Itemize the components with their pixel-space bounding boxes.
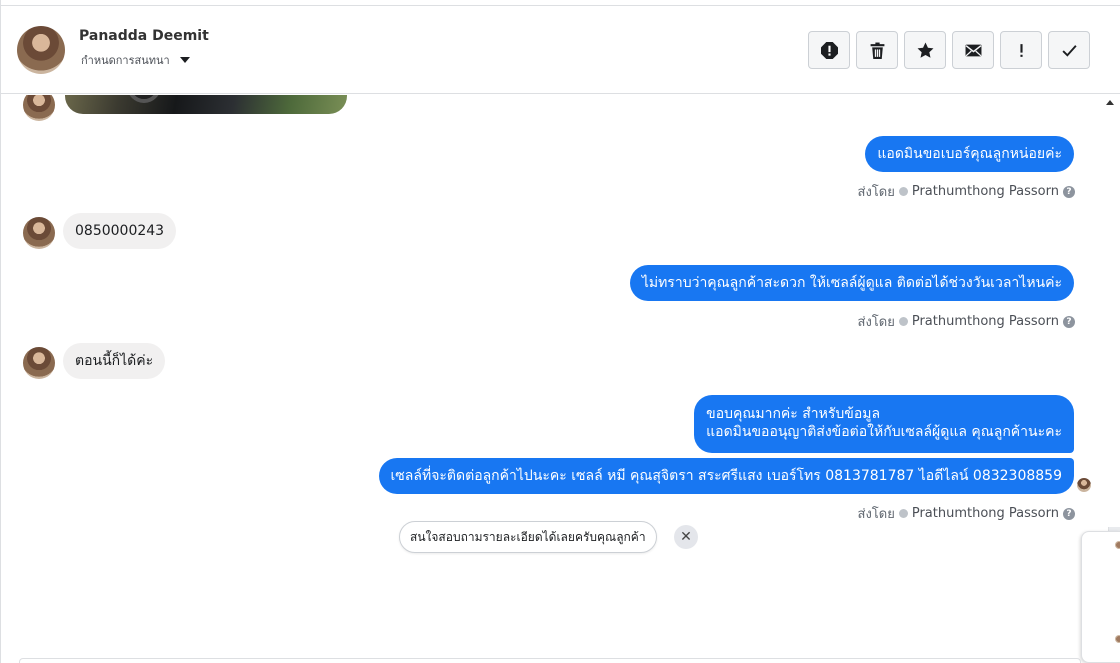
sender-avatar: [23, 217, 55, 249]
outgoing-message[interactable]: เซลล์ที่จะติดต่อลูกค้าไปนะคะ เซลล์ หมี ค…: [378, 458, 1074, 494]
panel-avatar-icon: [1115, 541, 1120, 549]
message-thread[interactable]: แอดมินขอเบอร์คุณลูกหน่อยค่ะ ส่งโดย Prath…: [1, 95, 1103, 663]
sent-by-name[interactable]: Prathumthong Passorn: [912, 184, 1059, 199]
page-badge-icon: [898, 317, 908, 326]
sender-avatar: [23, 347, 55, 379]
message-line: ขอบคุณมากค่ะ สำหรับข้อมูล: [706, 406, 881, 422]
conversation-header: Panadda Deemit กำหนดการสนทนา: [1, 5, 1120, 94]
suggested-reply-chip[interactable]: สนใจสอบถามรายละเอียดได้เลยครับคุณลูกค้า: [399, 521, 657, 553]
trash-icon: [870, 42, 884, 59]
check-icon: [1061, 44, 1077, 57]
sent-by-line: ส่งโดย Prathumthong Passorn ?: [858, 503, 1075, 524]
help-icon[interactable]: ?: [1063, 185, 1075, 198]
sent-by-prefix: ส่งโดย: [857, 185, 895, 200]
star-icon: [917, 42, 933, 58]
panel-avatar-icon: [1115, 635, 1120, 643]
mark-spam-button[interactable]: [808, 31, 850, 69]
exclamation-icon: [1019, 43, 1023, 57]
sent-by-name[interactable]: Prathumthong Passorn: [912, 506, 1059, 521]
messenger-inbox-page: Panadda Deemit กำหนดการสนทนา แอดมินขอเบอ…: [0, 0, 1120, 663]
conversation-settings-dropdown[interactable]: กำหนดการสนทนา: [81, 51, 190, 69]
outgoing-message-multiline[interactable]: ขอบคุณมากค่ะ สำหรับข้อมูล แอดมินขออนุญาต…: [694, 395, 1074, 453]
delete-button[interactable]: [856, 31, 898, 69]
conversation-toolbar: [808, 31, 1090, 69]
sent-by-prefix: ส่งโดย: [857, 507, 895, 522]
seen-avatar: [1077, 478, 1091, 492]
user-name[interactable]: Panadda Deemit: [79, 28, 209, 44]
help-icon[interactable]: ?: [1063, 315, 1075, 328]
help-icon[interactable]: ?: [1063, 507, 1075, 520]
car-wheel-image-detail: [127, 95, 161, 103]
caret-down-icon: [179, 57, 190, 63]
scroll-up-arrow-icon[interactable]: [1106, 100, 1114, 105]
message-composer[interactable]: [19, 658, 1081, 663]
side-panel-edge[interactable]: [1081, 531, 1120, 663]
close-suggestion-icon[interactable]: ✕: [674, 525, 698, 549]
outgoing-message[interactable]: แอดมินขอเบอร์คุณลูกหน่อยค่ะ: [865, 136, 1074, 172]
mark-done-button[interactable]: [1048, 31, 1090, 69]
sent-by-line: ส่งโดย Prathumthong Passorn ?: [858, 311, 1075, 332]
page-badge-icon: [898, 187, 908, 196]
outgoing-message[interactable]: ไม่ทราบว่าคุณลูกค้าสะดวก ให้เซลล์ผู้ดูแล…: [629, 265, 1074, 301]
sent-by-prefix: ส่งโดย: [857, 315, 895, 330]
mark-unread-button[interactable]: [952, 31, 994, 69]
spam-icon: [820, 41, 838, 59]
sender-avatar: [23, 95, 55, 121]
sent-by-name[interactable]: Prathumthong Passorn: [912, 314, 1059, 329]
user-avatar[interactable]: [17, 26, 65, 74]
follow-up-button[interactable]: [1000, 31, 1042, 69]
envelope-icon: [965, 44, 981, 56]
sent-by-line: ส่งโดย Prathumthong Passorn ?: [858, 181, 1075, 202]
message-line: แอดมินขออนุญาติส่งข้อต่อให้กับเซลล์ผู้ดู…: [706, 424, 1062, 440]
photo-attachment[interactable]: [65, 95, 347, 114]
page-badge-icon: [898, 509, 908, 518]
conversation-settings-label: กำหนดการสนทนา: [81, 54, 170, 67]
incoming-message[interactable]: 0850000243: [63, 213, 177, 249]
incoming-message[interactable]: ตอนนี้ก็ได้ค่ะ: [63, 343, 166, 379]
star-button[interactable]: [904, 31, 946, 69]
